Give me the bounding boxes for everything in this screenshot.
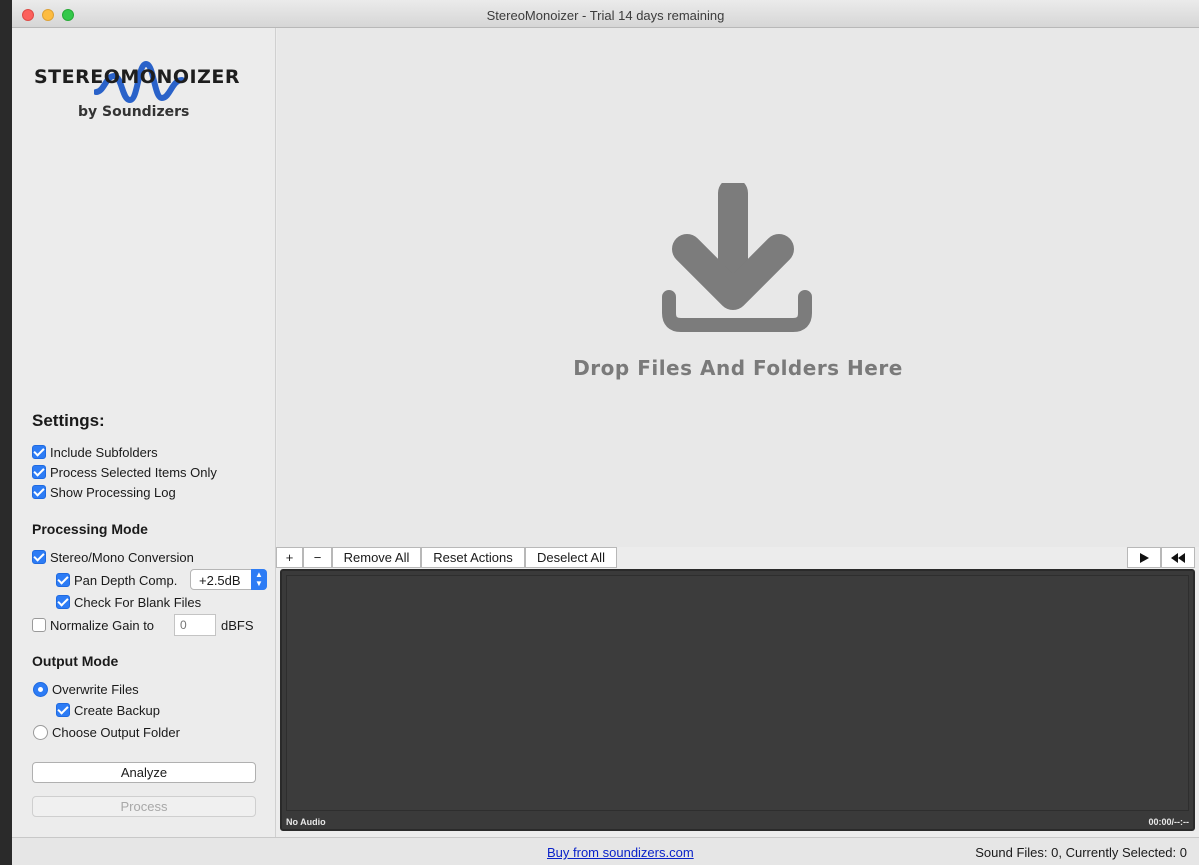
create-backup-label: Create Backup xyxy=(74,702,160,718)
overwrite-files-label: Overwrite Files xyxy=(52,681,139,697)
checkbox-checked-icon xyxy=(56,595,70,609)
play-icon xyxy=(1140,553,1149,563)
audio-player-panel: No Audio 00:00/--:-- xyxy=(280,569,1195,831)
pan-depth-value: +2.5dB xyxy=(199,573,241,588)
file-list-toolbar: + − Remove All Reset Actions Deselect Al… xyxy=(276,547,1199,569)
stereo-mono-checkbox[interactable]: Stereo/Mono Conversion xyxy=(32,548,194,566)
title-bar: StereoMonoizer - Trial 14 days remaining xyxy=(12,0,1199,28)
create-backup-checkbox[interactable]: Create Backup xyxy=(56,701,160,719)
remove-all-button[interactable]: Remove All xyxy=(332,547,421,568)
remove-file-button[interactable]: − xyxy=(303,547,332,568)
show-log-label: Show Processing Log xyxy=(50,484,176,500)
window-title: StereoMonoizer - Trial 14 days remaining xyxy=(486,8,725,23)
process-selected-label: Process Selected Items Only xyxy=(50,464,217,480)
pan-depth-stepper[interactable]: +2.5dB ▲ ▼ xyxy=(190,569,267,590)
overwrite-files-radio[interactable]: Overwrite Files xyxy=(33,680,139,698)
checkbox-checked-icon xyxy=(56,573,70,587)
file-drop-zone[interactable]: Drop Files And Folders Here xyxy=(277,28,1199,547)
process-selected-checkbox[interactable]: Process Selected Items Only xyxy=(32,463,217,481)
normalize-gain-label: Normalize Gain to xyxy=(50,617,155,633)
processing-mode-heading: Processing Mode xyxy=(32,521,148,537)
player-status: No Audio xyxy=(286,817,326,827)
check-blank-label: Check For Blank Files xyxy=(74,594,202,610)
check-blank-checkbox[interactable]: Check For Blank Files xyxy=(56,593,201,611)
download-icon xyxy=(662,183,812,332)
drop-files-text: Drop Files And Folders Here xyxy=(573,356,903,380)
gain-unit-label: dBFS xyxy=(221,618,254,633)
process-button[interactable]: Process xyxy=(32,796,256,817)
logo-text: STEREOMONOIZER xyxy=(34,66,240,88)
normalize-gain-input[interactable] xyxy=(174,614,216,636)
pan-depth-checkbox[interactable]: Pan Depth Comp. xyxy=(56,571,177,589)
checkbox-checked-icon xyxy=(32,465,46,479)
output-mode-heading: Output Mode xyxy=(32,653,119,669)
stereo-mono-label: Stereo/Mono Conversion xyxy=(50,549,194,565)
include-subfolders-label: Include Subfolders xyxy=(50,444,158,460)
pan-depth-label: Pan Depth Comp. xyxy=(74,572,178,588)
checkbox-checked-icon xyxy=(32,550,46,564)
checkbox-unchecked-icon xyxy=(32,618,46,632)
logo-subtitle: by Soundizers xyxy=(78,104,190,120)
radio-selected-icon xyxy=(33,681,48,697)
buy-link[interactable]: Buy from soundizers.com xyxy=(547,845,694,860)
checkbox-checked-icon xyxy=(32,485,46,499)
include-subfolders-checkbox[interactable]: Include Subfolders xyxy=(32,443,158,461)
radio-unselected-icon xyxy=(33,724,48,740)
sound-files-status: Sound Files: 0, Currently Selected: 0 xyxy=(975,845,1187,860)
player-time: 00:00/--:-- xyxy=(1148,817,1189,827)
checkbox-checked-icon xyxy=(56,703,70,717)
waveform-display[interactable] xyxy=(286,575,1189,811)
settings-sidebar: STEREOMONOIZER by Soundizers Settings: I… xyxy=(12,28,276,837)
status-bar: Buy from soundizers.com Sound Files: 0, … xyxy=(12,837,1199,865)
analyze-button[interactable]: Analyze xyxy=(32,762,256,783)
play-button[interactable] xyxy=(1127,547,1161,568)
reset-actions-button[interactable]: Reset Actions xyxy=(421,547,525,568)
settings-heading: Settings: xyxy=(32,411,105,430)
show-log-checkbox[interactable]: Show Processing Log xyxy=(32,483,176,501)
normalize-gain-checkbox[interactable]: Normalize Gain to xyxy=(32,616,154,634)
stepper-arrows-icon[interactable]: ▲ ▼ xyxy=(251,569,267,590)
app-logo: STEREOMONOIZER by Soundizers xyxy=(34,58,254,128)
deselect-all-button[interactable]: Deselect All xyxy=(525,547,617,568)
choose-folder-radio[interactable]: Choose Output Folder xyxy=(33,723,180,741)
rewind-button[interactable] xyxy=(1161,547,1195,568)
add-file-button[interactable]: + xyxy=(276,547,303,568)
app-window: StereoMonoizer - Trial 14 days remaining… xyxy=(12,0,1199,865)
rewind-icon xyxy=(1171,553,1185,563)
choose-folder-label: Choose Output Folder xyxy=(52,724,180,740)
checkbox-checked-icon xyxy=(32,445,46,459)
